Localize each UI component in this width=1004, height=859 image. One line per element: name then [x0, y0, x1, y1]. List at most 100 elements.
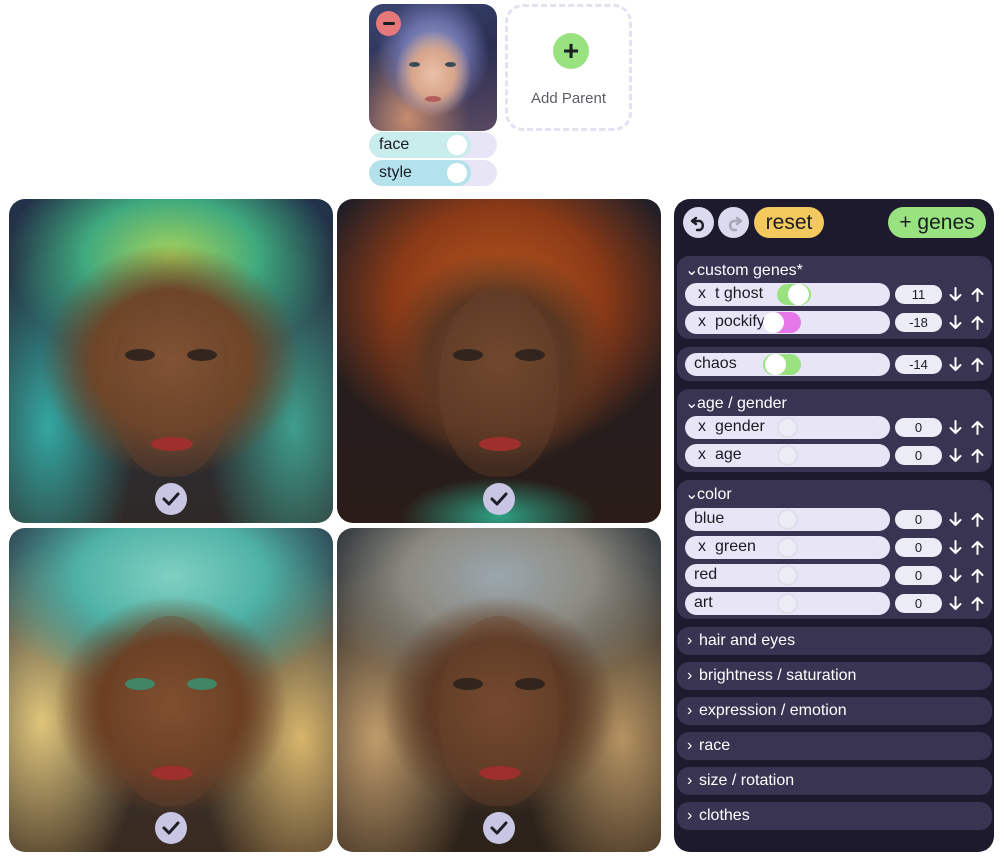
- gene-value[interactable]: 0: [895, 446, 942, 465]
- gene-knob[interactable]: [763, 312, 784, 333]
- gene-name: blue: [694, 510, 725, 527]
- minus-icon: [382, 22, 395, 25]
- select-check-button[interactable]: [155, 812, 187, 844]
- arrow-down-icon[interactable]: [947, 355, 963, 374]
- arrow-up-icon[interactable]: [969, 446, 985, 465]
- child-image[interactable]: [9, 528, 333, 852]
- gene-row: x pockify -18: [685, 311, 987, 334]
- gene-value[interactable]: 0: [895, 594, 942, 613]
- gene-knob[interactable]: [777, 537, 798, 558]
- select-check-button[interactable]: [483, 812, 515, 844]
- gene-slider[interactable]: red: [685, 564, 890, 587]
- gene-value[interactable]: -14: [895, 355, 942, 374]
- group-race[interactable]: › race: [677, 732, 992, 760]
- style-slider-knob[interactable]: [447, 163, 467, 183]
- group-brightness-saturation[interactable]: › brightness / saturation: [677, 662, 992, 690]
- parent-eye-left: [409, 62, 420, 67]
- remove-gene-button[interactable]: x: [698, 418, 706, 436]
- group-age-gender-header[interactable]: ⌄age / gender: [685, 393, 787, 413]
- remove-gene-button[interactable]: x: [698, 313, 706, 331]
- child-eye: [515, 678, 545, 690]
- select-check-button[interactable]: [483, 483, 515, 515]
- gene-value[interactable]: 0: [895, 418, 942, 437]
- arrow-up-icon[interactable]: [969, 594, 985, 613]
- gene-value[interactable]: -18: [895, 313, 942, 332]
- gene-value[interactable]: 0: [895, 566, 942, 585]
- arrow-down-icon[interactable]: [947, 446, 963, 465]
- child-image[interactable]: [9, 199, 333, 523]
- gene-slider[interactable]: x t ghost: [685, 283, 890, 306]
- group-color-header[interactable]: ⌄color: [685, 484, 732, 504]
- group-hair-and-eyes[interactable]: › hair and eyes: [677, 627, 992, 655]
- gene-knob[interactable]: [765, 354, 786, 375]
- gene-slider[interactable]: x green: [685, 536, 890, 559]
- gene-knob[interactable]: [777, 593, 798, 614]
- parent-lips: [425, 96, 441, 102]
- arrow-down-icon[interactable]: [947, 510, 963, 529]
- arrow-down-icon[interactable]: [947, 594, 963, 613]
- select-check-button[interactable]: [155, 483, 187, 515]
- redo-button[interactable]: [718, 207, 749, 238]
- arrow-down-icon[interactable]: [947, 538, 963, 557]
- arrow-down-icon[interactable]: [947, 285, 963, 304]
- gene-name: art: [694, 594, 713, 611]
- arrow-up-icon[interactable]: [969, 538, 985, 557]
- arrow-up-icon[interactable]: [969, 313, 985, 332]
- gene-slider[interactable]: x age: [685, 444, 890, 467]
- arrow-down-icon[interactable]: [947, 418, 963, 437]
- remove-gene-button[interactable]: x: [698, 538, 706, 556]
- gene-slider[interactable]: x pockify: [685, 311, 890, 334]
- style-slider[interactable]: style: [369, 160, 497, 186]
- add-parent-button[interactable]: + Add Parent: [505, 4, 632, 131]
- group-color: ⌄color blue 0 x green 0 red 0 art 0: [677, 480, 992, 619]
- gene-slider[interactable]: blue: [685, 508, 890, 531]
- group-title: color: [697, 486, 732, 503]
- arrow-up-icon[interactable]: [969, 418, 985, 437]
- arrow-up-icon[interactable]: [969, 285, 985, 304]
- group-clothes[interactable]: › clothes: [677, 802, 992, 830]
- gene-knob[interactable]: [777, 445, 798, 466]
- check-icon: [490, 821, 508, 835]
- group-expression-emotion[interactable]: › expression / emotion: [677, 697, 992, 725]
- arrow-up-icon[interactable]: [969, 510, 985, 529]
- add-parent-label: Add Parent: [530, 90, 607, 107]
- arrow-down-icon[interactable]: [947, 313, 963, 332]
- child-image[interactable]: [337, 199, 661, 523]
- gene-slider[interactable]: art: [685, 592, 890, 615]
- chevron-down-icon: ⌄: [685, 395, 699, 412]
- gene-value[interactable]: 0: [895, 510, 942, 529]
- arrow-up-icon[interactable]: [969, 355, 985, 374]
- gene-row: x gender 0: [685, 416, 987, 439]
- face-slider[interactable]: face: [369, 132, 497, 158]
- gene-knob[interactable]: [777, 509, 798, 530]
- arrow-down-icon[interactable]: [947, 566, 963, 585]
- check-icon: [490, 492, 508, 506]
- gene-slider[interactable]: x gender: [685, 416, 890, 439]
- child-image[interactable]: [337, 528, 661, 852]
- gene-value[interactable]: 0: [895, 538, 942, 557]
- gene-name: pockify: [715, 313, 765, 330]
- undo-button[interactable]: [683, 207, 714, 238]
- gene-slider[interactable]: chaos: [685, 353, 890, 376]
- gene-value[interactable]: 11: [895, 285, 942, 304]
- child-lips: [479, 437, 521, 451]
- gene-name: age: [715, 446, 742, 463]
- gene-knob[interactable]: [777, 417, 798, 438]
- chevron-right-icon: ›: [687, 772, 693, 789]
- group-title: size / rotation: [699, 772, 795, 789]
- remove-gene-button[interactable]: x: [698, 285, 706, 303]
- child-lips: [479, 766, 521, 780]
- genes-panel: reset + genes ⌄custom genes* x t ghost 1…: [674, 199, 994, 852]
- group-title: brightness / saturation: [699, 667, 857, 684]
- arrow-up-icon[interactable]: [969, 566, 985, 585]
- gene-knob[interactable]: [777, 565, 798, 586]
- reset-button[interactable]: reset: [754, 207, 824, 238]
- gene-knob[interactable]: [788, 284, 809, 305]
- child-lips: [151, 437, 193, 451]
- remove-parent-button[interactable]: [376, 11, 401, 36]
- add-genes-button[interactable]: + genes: [888, 207, 986, 238]
- group-size-rotation[interactable]: › size / rotation: [677, 767, 992, 795]
- remove-gene-button[interactable]: x: [698, 446, 706, 464]
- face-slider-knob[interactable]: [447, 135, 467, 155]
- group-custom-genes-header[interactable]: ⌄custom genes*: [685, 260, 803, 280]
